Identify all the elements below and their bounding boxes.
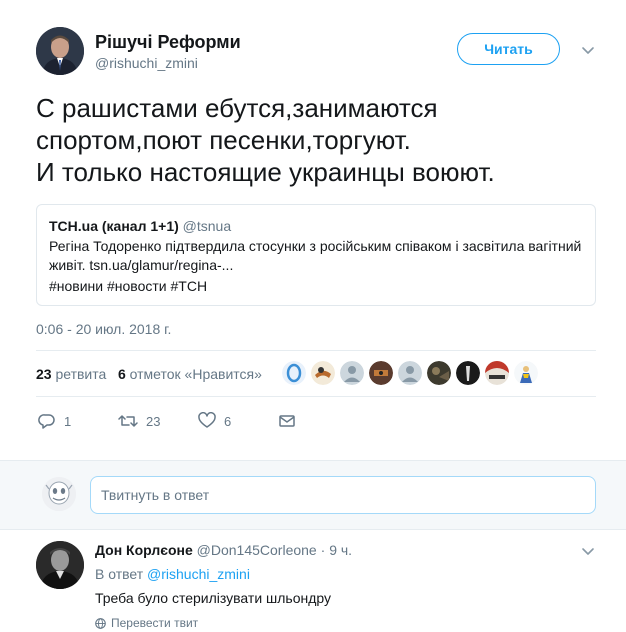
divider bbox=[36, 396, 596, 397]
globe-icon bbox=[95, 617, 106, 629]
likes-label: отметок «Нравится» bbox=[129, 366, 262, 382]
tweet-stats: 23 ретвита 6 отметок «Нравится» bbox=[36, 366, 262, 382]
quoted-tweet-header: ТСН.ua (канал 1+1) @tsnua bbox=[49, 217, 583, 235]
divider bbox=[36, 350, 596, 351]
retweets-stat[interactable]: 23 ретвита bbox=[36, 366, 106, 382]
retweets-label: ретвита bbox=[55, 366, 107, 382]
current-user-avatar bbox=[42, 477, 76, 511]
liker-avatar[interactable] bbox=[398, 361, 422, 385]
tweet-text-line: И только настоящие украинцы воюют. bbox=[36, 157, 495, 187]
retweet-count: 23 bbox=[146, 413, 161, 429]
liker-avatar[interactable] bbox=[282, 361, 306, 385]
reply-action[interactable]: 1 bbox=[38, 412, 71, 430]
reply-time[interactable]: 9 ч. bbox=[329, 542, 352, 558]
likers-avatars bbox=[282, 361, 543, 389]
heart-icon bbox=[198, 412, 216, 428]
reply-text: Треба було стерилізувати шльондру bbox=[95, 590, 332, 606]
reply-icon bbox=[38, 414, 55, 429]
reply-context: В ответ @rishuchi_zmini bbox=[95, 566, 250, 582]
retweets-count: 23 bbox=[36, 366, 52, 382]
author-handle[interactable]: @rishuchi_zmini bbox=[95, 55, 198, 71]
liker-avatar[interactable] bbox=[340, 361, 364, 385]
reply-to-label: В ответ bbox=[95, 566, 144, 582]
liker-avatar[interactable] bbox=[369, 361, 393, 385]
quoted-tweet-card[interactable]: ТСН.ua (канал 1+1) @tsnua Регіна Тодорен… bbox=[36, 204, 596, 306]
tweet-text: С рашистами ебутся,занимаются спортом,по… bbox=[36, 92, 596, 188]
liker-avatar[interactable] bbox=[311, 361, 335, 385]
liker-avatar[interactable] bbox=[456, 361, 480, 385]
quoted-tweet-text: Регіна Тодоренко підтвердила стосунки з … bbox=[49, 238, 582, 273]
chevron-down-icon[interactable] bbox=[580, 543, 596, 559]
retweet-icon bbox=[118, 415, 138, 427]
tweet-text-line: С рашистами ебутся,занимаются bbox=[36, 93, 438, 123]
translate-tweet-link[interactable]: Перевести твит bbox=[95, 616, 198, 630]
reply-to-handle-link[interactable]: @rishuchi_zmini bbox=[147, 566, 250, 582]
chevron-down-icon[interactable] bbox=[580, 42, 596, 58]
quoted-author-handle: @tsnua bbox=[182, 218, 232, 234]
retweet-action[interactable]: 23 bbox=[118, 412, 160, 430]
liker-avatar[interactable] bbox=[485, 361, 509, 385]
reply-separator: · bbox=[320, 542, 326, 558]
tweet-text-line: спортом,поют песенки,торгуют. bbox=[36, 125, 411, 155]
reply-header: Дон Корлєоне @Don145Corleone · 9 ч. bbox=[95, 542, 352, 558]
direct-message-action[interactable] bbox=[278, 412, 304, 430]
reply-input-placeholder: Твитнуть в ответ bbox=[101, 487, 210, 503]
reply-author-name[interactable]: Дон Корлєоне bbox=[95, 542, 193, 558]
follow-button[interactable]: Читать bbox=[457, 33, 560, 65]
liker-avatar[interactable] bbox=[514, 361, 538, 385]
like-count: 6 bbox=[224, 413, 232, 429]
quoted-tweet-hashtags: #новини #новости #ТСН bbox=[49, 278, 208, 294]
author-display-name[interactable]: Рішучі Реформи bbox=[95, 32, 241, 53]
likes-stat[interactable]: 6 отметок «Нравится» bbox=[118, 366, 262, 382]
translate-label: Перевести твит bbox=[111, 616, 199, 630]
reply-author-handle[interactable]: @Don145Corleone bbox=[197, 542, 317, 558]
likes-count: 6 bbox=[117, 366, 126, 382]
liker-avatar[interactable] bbox=[427, 361, 451, 385]
tweet-timestamp[interactable]: 0:06 - 20 июл. 2018 г. bbox=[36, 321, 171, 337]
reply-count: 1 bbox=[64, 413, 72, 429]
like-action[interactable]: 6 bbox=[198, 412, 231, 430]
author-avatar[interactable] bbox=[36, 27, 84, 75]
reply-input[interactable]: Твитнуть в ответ bbox=[90, 476, 596, 514]
reply-author-avatar[interactable] bbox=[36, 541, 84, 589]
envelope-icon bbox=[279, 415, 295, 427]
quoted-author-name: ТСН.ua (канал 1+1) bbox=[49, 218, 179, 234]
